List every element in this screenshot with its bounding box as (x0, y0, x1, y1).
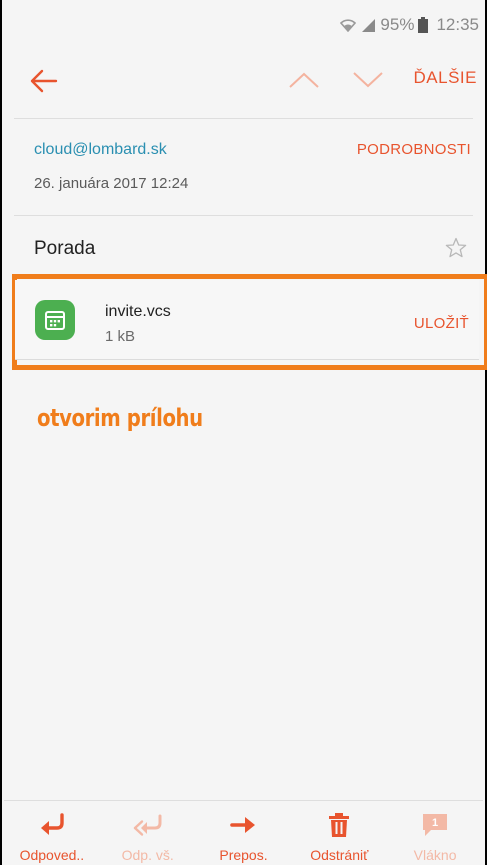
forward-icon (198, 813, 288, 837)
chevron-up-icon[interactable] (288, 70, 320, 90)
next-button[interactable]: ĎALŠIE (414, 68, 477, 88)
forward-label: Prepos. (219, 847, 268, 863)
attachment-row[interactable] (15, 280, 479, 360)
thread-button[interactable]: 1 Vlákno (390, 801, 480, 863)
clock: 12:35 (436, 15, 479, 34)
forward-button[interactable]: Prepos. (198, 801, 288, 863)
trash-icon (294, 813, 384, 837)
delete-label: Odstrániť (310, 847, 369, 863)
bottom-action-bar: Odpoved.. Odp. vš. Prepos. Odstrániť 1 V… (4, 800, 483, 865)
chevron-down-icon[interactable] (352, 70, 384, 90)
calendar-icon[interactable] (35, 300, 75, 340)
app-frame: 95% 12:35 ĎALŠIE cloud@lombard.sk PODROB… (0, 0, 487, 865)
battery-icon (418, 17, 429, 33)
reply-label: Odpoved.. (19, 847, 85, 863)
reply-button[interactable]: Odpoved.. (7, 801, 97, 863)
signal-icon (360, 18, 376, 32)
reply-all-icon (103, 813, 193, 837)
message-toolbar: ĎALŠIE (2, 50, 485, 110)
back-arrow-icon[interactable] (28, 68, 58, 94)
attachment-name[interactable]: invite.vcs (105, 303, 171, 321)
thread-label: Vlákno (413, 847, 457, 863)
reply-icon (7, 813, 97, 837)
divider (14, 118, 473, 119)
wifi-icon (340, 18, 357, 32)
thread-icon: 1 (390, 813, 480, 837)
delete-button[interactable]: Odstrániť (294, 801, 384, 863)
divider (14, 215, 473, 216)
status-bar: 95% 12:35 (2, 0, 485, 50)
message-date: 26. januára 2017 12:24 (34, 175, 189, 192)
attachment-size: 1 kB (105, 328, 136, 345)
thread-count: 1 (432, 817, 438, 829)
reply-all-label: Odp. vš. (121, 847, 174, 863)
save-attachment-button[interactable]: ULOŽIŤ (414, 315, 469, 332)
details-button[interactable]: PODROBNOSTI (357, 141, 471, 158)
reply-all-button[interactable]: Odp. vš. (103, 801, 193, 863)
sender-email[interactable]: cloud@lombard.sk (34, 141, 167, 159)
annotation-text: otvorim prílohu (37, 404, 203, 432)
star-icon[interactable] (445, 237, 467, 259)
message-subject: Porada (34, 238, 96, 259)
battery-percent: 95% (380, 15, 415, 34)
